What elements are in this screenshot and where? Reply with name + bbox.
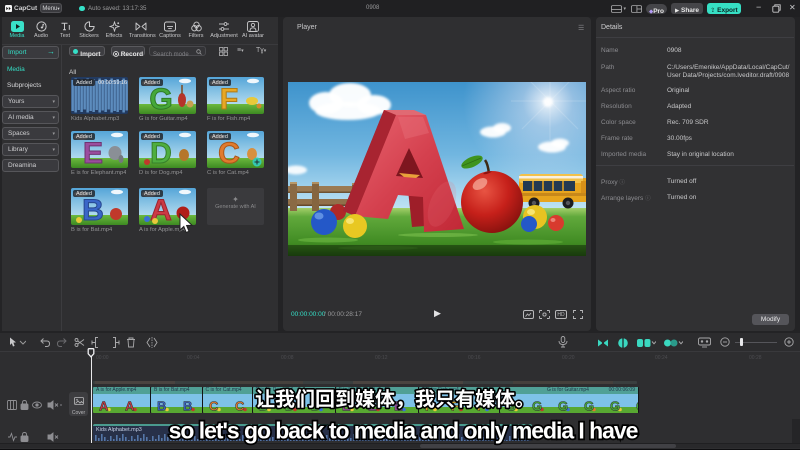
svg-text:E: E: [83, 137, 103, 168]
svg-text:so let's go back to media and: so let's go back to media and only media…: [169, 418, 638, 444]
svg-text:G: G: [149, 83, 172, 114]
svg-text:F: F: [220, 83, 238, 114]
svg-text:B: B: [82, 194, 104, 225]
svg-text:D: D: [150, 137, 172, 168]
svg-text:C: C: [218, 137, 240, 168]
